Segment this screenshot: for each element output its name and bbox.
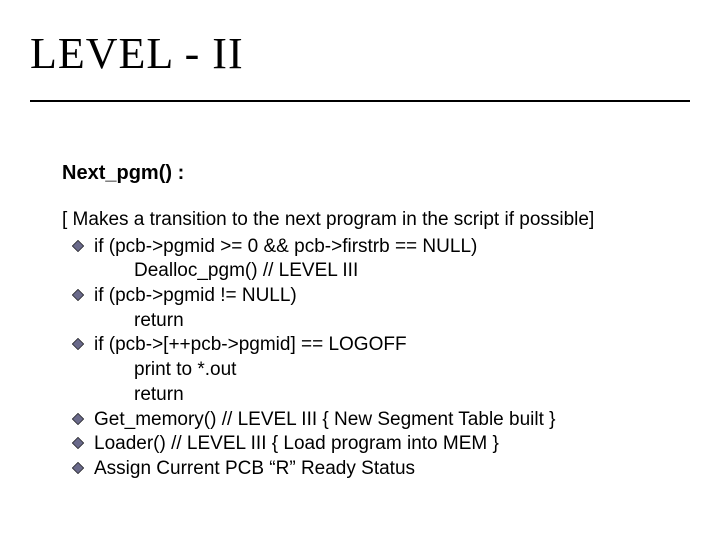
list-item-text: if (pcb->pgmid >= 0 && pcb->firstrb == N… xyxy=(94,235,477,260)
list-item: Get_memory() // LEVEL III { New Segment … xyxy=(62,408,690,433)
slide: LEVEL - II Next_pgm() : [ Makes a transi… xyxy=(0,0,720,540)
list-item-text: if (pcb->[++pcb->pgmid] == LOGOFF xyxy=(94,333,407,358)
content-block: Next_pgm() : [ Makes a transition to the… xyxy=(62,160,690,482)
diamond-bullet-icon xyxy=(72,413,94,425)
diamond-bullet-icon xyxy=(72,240,94,252)
diamond-bullet-icon xyxy=(72,338,94,350)
list-item-sub: Dealloc_pgm() // LEVEL III xyxy=(134,259,690,284)
list-item: if (pcb->pgmid != NULL) xyxy=(62,284,690,309)
diamond-bullet-icon xyxy=(72,437,94,449)
description-line: [ Makes a transition to the next program… xyxy=(62,208,690,233)
list-item: if (pcb->[++pcb->pgmid] == LOGOFF xyxy=(62,333,690,358)
list-item-text: Assign Current PCB “R” Ready Status xyxy=(94,457,415,482)
title-underline xyxy=(30,100,690,102)
list-item-text: Loader() // LEVEL III { Load program int… xyxy=(94,432,499,457)
list-item: Assign Current PCB “R” Ready Status xyxy=(62,457,690,482)
slide-title: LEVEL - II xyxy=(30,28,244,79)
list-item-text: if (pcb->pgmid != NULL) xyxy=(94,284,297,309)
function-name: Next_pgm() : xyxy=(62,160,690,186)
diamond-bullet-icon xyxy=(72,289,94,301)
diamond-bullet-icon xyxy=(72,462,94,474)
list-item: Loader() // LEVEL III { Load program int… xyxy=(62,432,690,457)
list-item-text: Get_memory() // LEVEL III { New Segment … xyxy=(94,408,556,433)
list-item: if (pcb->pgmid >= 0 && pcb->firstrb == N… xyxy=(62,235,690,260)
list-item-sub: return xyxy=(134,309,690,334)
list-item-sub: return xyxy=(134,383,690,408)
list-item-sub: print to *.out xyxy=(134,358,690,383)
